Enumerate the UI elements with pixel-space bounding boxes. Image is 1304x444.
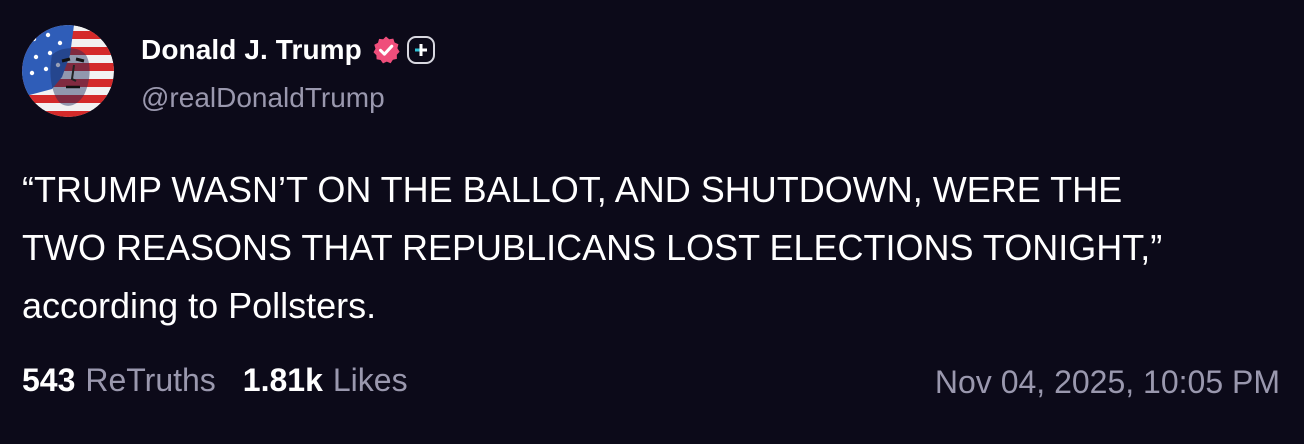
retruths-count: 543	[22, 362, 76, 398]
verified-badge-icon	[371, 35, 401, 65]
retruths-stat[interactable]: 543 ReTruths	[22, 362, 216, 399]
retruths-label: ReTruths	[85, 362, 216, 398]
author-name-row: Donald J. Trump	[141, 32, 435, 68]
likes-count: 1.81k	[242, 362, 323, 398]
plus-badge-icon[interactable]	[406, 36, 435, 64]
author-handle[interactable]: @realDonaldTrump	[141, 82, 385, 114]
post-timestamp[interactable]: Nov 04, 2025, 10:05 PM	[935, 364, 1280, 401]
post-stats: 543 ReTruths 1.81k Likes	[22, 362, 408, 399]
author-display-name[interactable]: Donald J. Trump	[141, 34, 362, 66]
avatar-image	[22, 25, 114, 117]
post-card: Donald J. Trump @realDonaldTrump “TRUMP …	[0, 0, 1304, 444]
likes-stat[interactable]: 1.81k Likes	[243, 362, 408, 399]
likes-label: Likes	[332, 362, 408, 398]
avatar[interactable]	[22, 25, 114, 117]
post-text: “TRUMP WASN’T ON THE BALLOT, AND SHUTDOW…	[22, 169, 1163, 326]
